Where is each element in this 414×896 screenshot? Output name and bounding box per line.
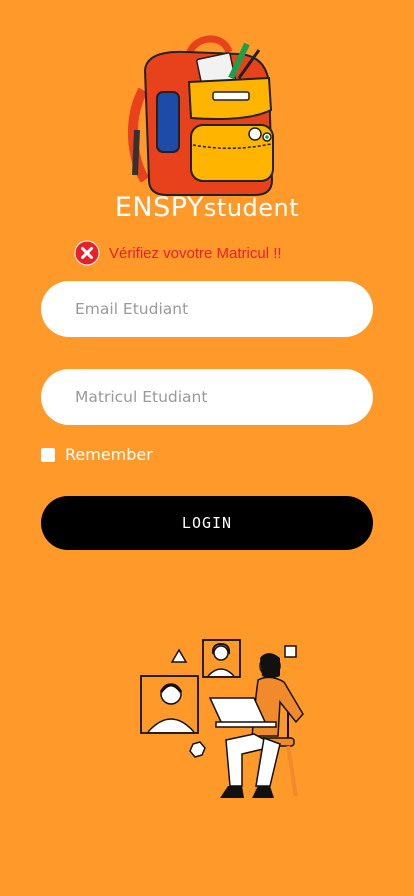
email-field[interactable]: Email Etudiant: [41, 281, 373, 337]
login-button[interactable]: LOGIN: [41, 496, 373, 550]
error-message: Vérifiez vovotre Matricul !!: [74, 240, 282, 266]
brand-title: ENSPYstudent: [0, 192, 414, 223]
remember-checkbox-row[interactable]: Remember: [41, 445, 153, 464]
login-label: LOGIN: [181, 514, 233, 532]
email-placeholder: Email Etudiant: [75, 300, 189, 318]
remote-learning-illustration-icon: [140, 639, 304, 798]
matricul-placeholder: Matricul Etudiant: [75, 388, 208, 406]
brand-part2: student: [203, 194, 300, 222]
error-text: Vérifiez vovotre Matricul !!: [109, 244, 282, 262]
remember-label: Remember: [65, 445, 153, 464]
matricul-field[interactable]: Matricul Etudiant: [41, 369, 373, 425]
brand-part1: ENSPY: [114, 192, 204, 223]
error-x-icon: [74, 240, 100, 266]
remember-checkbox[interactable]: [41, 447, 55, 462]
